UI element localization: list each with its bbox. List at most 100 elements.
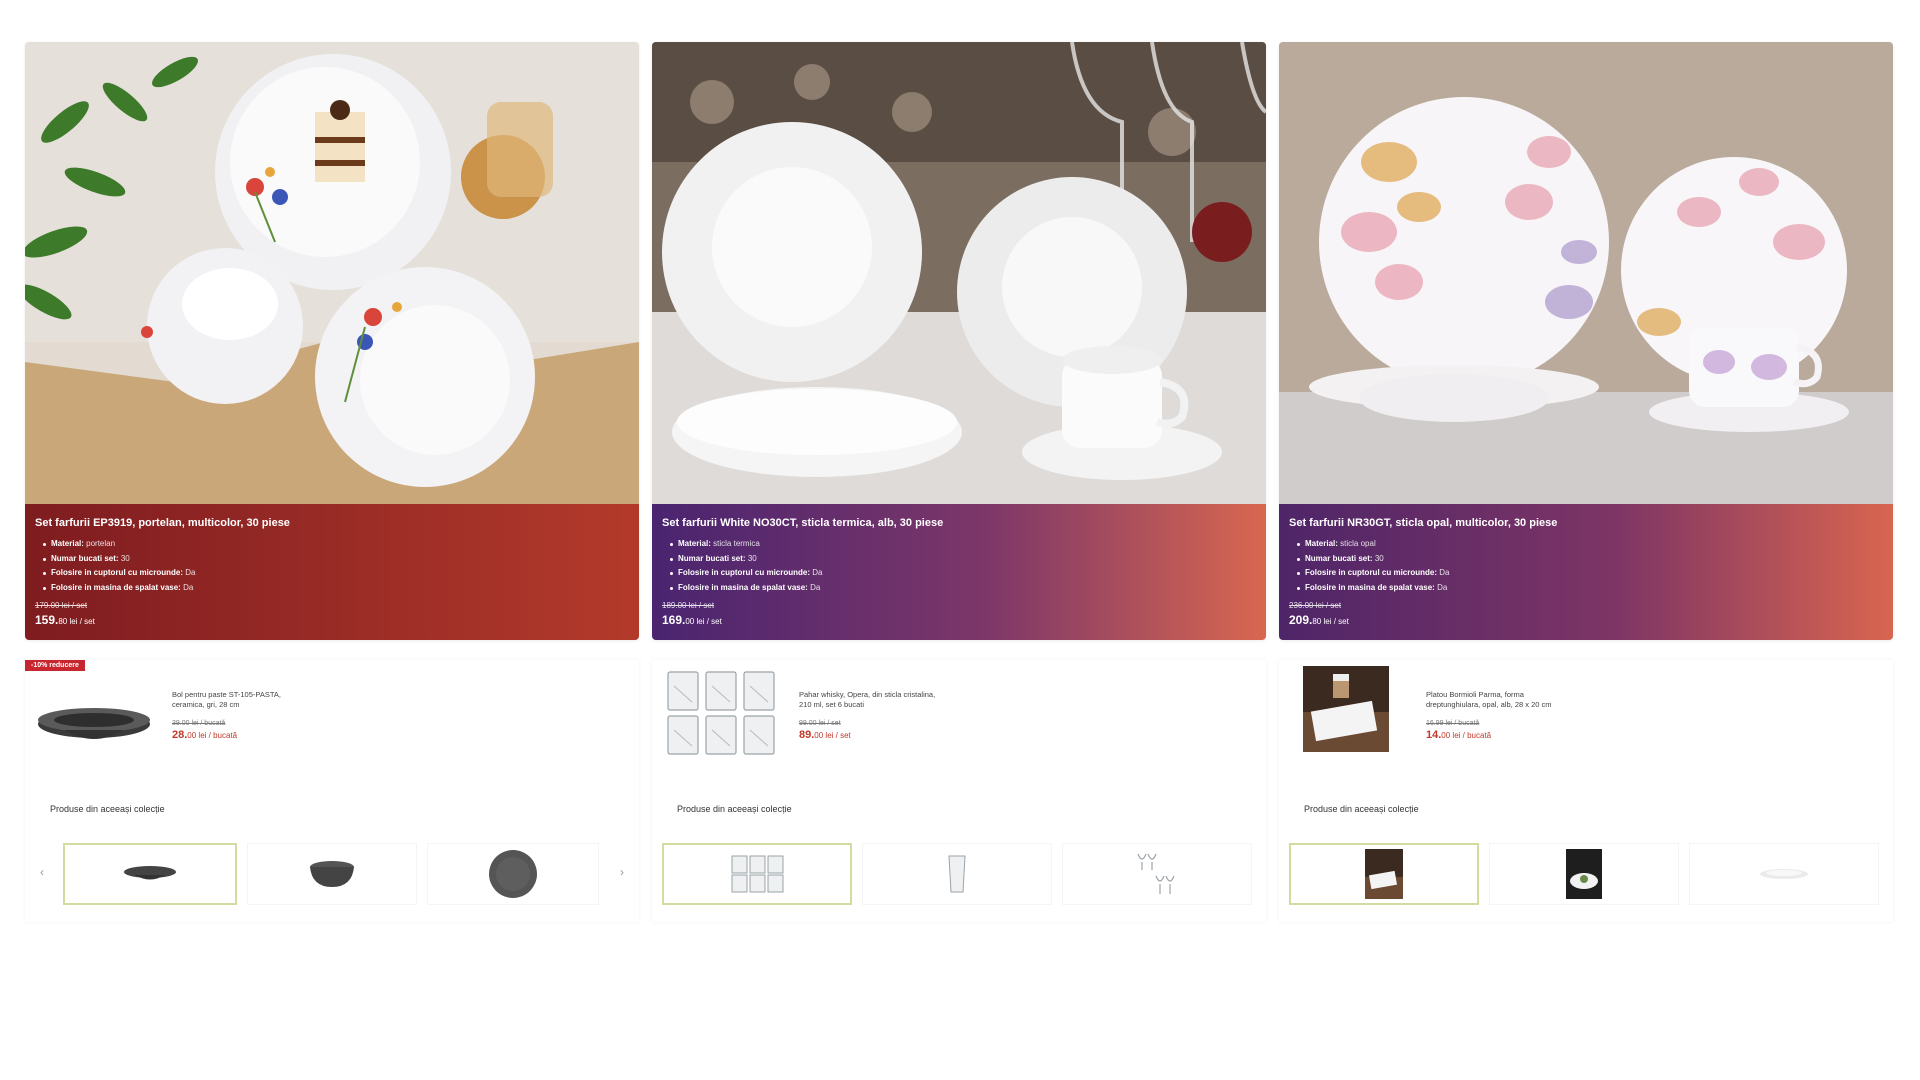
related-product-text: Pahar whisky, Opera, din sticla cristali… (799, 690, 939, 741)
related-current-price: 14.00 lei / bucată (1426, 729, 1566, 741)
price-main: 28. (172, 729, 188, 741)
product-column-ep3919: Set farfurii EP3919, portelan, multicolo… (25, 42, 639, 922)
collection-carousel (662, 843, 1256, 907)
hero-product-image[interactable] (1279, 42, 1893, 504)
spec-label: Folosire in cuptorul cu microunde: (1305, 568, 1438, 577)
related-product-box: -10% reducere Bol pentru paste ST-105-PA… (25, 660, 639, 922)
spec-value: 30 (747, 553, 757, 563)
spec-value: Da (1439, 568, 1450, 577)
hero-card[interactable]: Set farfurii EP3919, portelan, multicolo… (25, 42, 639, 640)
related-product-text: Bol pentru paste ST-105-PASTA, ceramica,… (172, 690, 312, 741)
spec-value: 30 (1374, 553, 1384, 563)
product-column-no30ct: Set farfurii White NO30CT, sticla termic… (652, 42, 1266, 922)
price-sub: 80 lei / set (58, 617, 95, 626)
collection-carousel (1289, 843, 1883, 907)
old-price: 236.00 lei / set (1289, 601, 1342, 610)
spec-value: Da (185, 568, 196, 577)
spec-label: Folosire in masina de spalat vase: (51, 582, 181, 592)
hero-info-panel: Set farfurii White NO30CT, sticla termic… (652, 504, 1266, 640)
carousel-thumb[interactable] (862, 843, 1052, 905)
carousel-thumb[interactable] (1489, 843, 1679, 905)
spec-item: Material: sticla opal (1297, 537, 1883, 552)
related-product-image[interactable] (35, 666, 153, 758)
carousel-thumb[interactable] (427, 843, 599, 905)
spec-list: Material: sticla opal Numar bucati set: … (1297, 537, 1883, 596)
spec-item: Folosire in masina de spalat vase: Da (43, 581, 629, 596)
spec-list: Material: portelan Numar bucati set: 30 … (43, 537, 629, 596)
spec-label: Folosire in cuptorul cu microunde: (51, 568, 184, 577)
hero-card[interactable]: Set farfurii NR30GT, sticla opal, multic… (1279, 42, 1893, 640)
current-price: 209.80 lei / set (1289, 613, 1883, 627)
spec-item: Folosire in masina de spalat vase: Da (670, 581, 1256, 596)
price-sub: 00 lei / bucată (187, 731, 238, 740)
price-sub: 00 lei / set (685, 617, 722, 626)
collection-title: Produse din aceeași colecție (677, 804, 792, 814)
spec-value: portelan (86, 539, 116, 548)
related-old-price: 99.00 lei / set (799, 720, 841, 727)
price-sub: 00 lei / set (814, 731, 851, 740)
related-product-box: Pahar whisky, Opera, din sticla cristali… (652, 660, 1266, 922)
carousel-thumb[interactable] (1062, 843, 1252, 905)
hero-title[interactable]: Set farfurii White NO30CT, sticla termic… (662, 516, 1256, 530)
spec-label: Numar bucati set: (51, 553, 119, 563)
spec-label: Numar bucati set: (678, 553, 746, 563)
price-main: 209. (1289, 613, 1313, 627)
spec-value: Da (810, 582, 821, 592)
related-current-price: 89.00 lei / set (799, 729, 939, 741)
price-main: 14. (1426, 729, 1442, 741)
spec-item: Folosire in masina de spalat vase: Da (1297, 581, 1883, 596)
spec-label: Material: (1305, 539, 1338, 548)
hero-product-image[interactable] (25, 42, 639, 504)
spec-value: 30 (120, 553, 130, 563)
spec-label: Material: (51, 539, 84, 548)
spec-item: Folosire in cuptorul cu microunde: Da (670, 566, 1256, 581)
carousel-thumb[interactable] (247, 843, 417, 905)
old-price: 189.00 lei / set (662, 601, 715, 610)
spec-item: Folosire in cuptorul cu microunde: Da (43, 566, 629, 581)
spec-label: Material: (678, 539, 711, 548)
carousel-thumb[interactable] (1689, 843, 1879, 905)
carousel-thumb[interactable] (662, 843, 852, 905)
related-product-name[interactable]: Platou Bormioli Parma, forma dreptunghiu… (1426, 690, 1566, 710)
related-product-image[interactable] (662, 666, 780, 758)
spec-list: Material: sticla termica Numar bucati se… (670, 537, 1256, 596)
collection-carousel: ‹ › (35, 843, 629, 907)
spec-value: sticla opal (1340, 539, 1376, 548)
hero-title[interactable]: Set farfurii NR30GT, sticla opal, multic… (1289, 516, 1883, 530)
hero-info-panel: Set farfurii EP3919, portelan, multicolo… (25, 504, 639, 640)
spec-label: Folosire in masina de spalat vase: (678, 582, 808, 592)
hero-card[interactable]: Set farfurii White NO30CT, sticla termic… (652, 42, 1266, 640)
hero-info-panel: Set farfurii NR30GT, sticla opal, multic… (1279, 504, 1893, 640)
related-old-price: 16.99 lei / bucată (1426, 720, 1480, 727)
current-price: 169.00 lei / set (662, 613, 1256, 627)
spec-label: Folosire in masina de spalat vase: (1305, 582, 1435, 592)
price-main: 89. (799, 729, 815, 741)
spec-value: Da (812, 568, 823, 577)
old-price: 179.00 lei / set (35, 601, 88, 610)
spec-item: Material: portelan (43, 537, 629, 552)
spec-item: Material: sticla termica (670, 537, 1256, 552)
related-product-box: Platou Bormioli Parma, forma dreptunghiu… (1279, 660, 1893, 922)
carousel-next-button[interactable]: › (615, 865, 629, 879)
carousel-prev-button[interactable]: ‹ (35, 865, 49, 879)
spec-item: Numar bucati set: 30 (670, 552, 1256, 567)
spec-value: Da (183, 582, 194, 592)
hero-product-image[interactable] (652, 42, 1266, 504)
related-product-name[interactable]: Bol pentru paste ST-105-PASTA, ceramica,… (172, 690, 312, 710)
spec-label: Folosire in cuptorul cu microunde: (678, 568, 811, 577)
hero-title[interactable]: Set farfurii EP3919, portelan, multicolo… (35, 516, 629, 530)
spec-value: sticla termica (713, 539, 760, 548)
spec-label: Numar bucati set: (1305, 553, 1373, 563)
carousel-thumb[interactable] (63, 843, 237, 905)
collection-title: Produse din aceeași colecție (50, 804, 165, 814)
spec-item: Folosire in cuptorul cu microunde: Da (1297, 566, 1883, 581)
price-main: 159. (35, 613, 59, 627)
collection-title: Produse din aceeași colecție (1304, 804, 1419, 814)
related-product-name[interactable]: Pahar whisky, Opera, din sticla cristali… (799, 690, 939, 710)
price-sub: 00 lei / bucată (1441, 731, 1492, 740)
carousel-thumb[interactable] (1289, 843, 1479, 905)
spec-value: Da (1437, 582, 1448, 592)
related-product-image[interactable] (1303, 666, 1389, 752)
related-old-price: 39.00 lei / bucată (172, 720, 226, 727)
current-price: 159.80 lei / set (35, 613, 629, 627)
